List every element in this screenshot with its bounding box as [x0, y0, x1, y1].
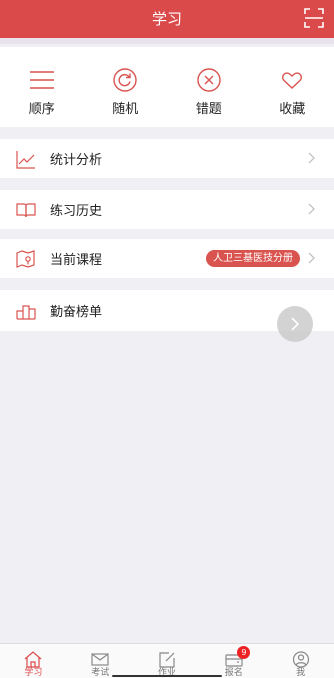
quick-action-label: 错题 [195, 102, 222, 117]
menu-item-label: 当前课程 [50, 253, 103, 268]
wrong-questions-button[interactable]: 错题 [167, 47, 251, 127]
menu-item-label: 勤奋榜单 [50, 305, 103, 320]
quick-action-label: 随机 [112, 102, 139, 117]
menu-item-history[interactable]: 练习历史 [0, 190, 334, 229]
sequential-practice-button[interactable]: 顺序 [0, 47, 84, 127]
chevron-right-icon [291, 317, 299, 331]
quick-action-label: 收藏 [279, 102, 306, 117]
heart-icon [282, 72, 303, 89]
quick-action-label: 顺序 [28, 102, 55, 117]
mail-icon [91, 653, 109, 666]
chevron-right-icon [308, 152, 315, 164]
chevron-right-icon [308, 252, 315, 264]
map-pin-icon [16, 250, 35, 268]
tab-study[interactable]: 学习 [0, 644, 67, 678]
menu-item-label: 练习历史 [50, 204, 103, 219]
tab-exam[interactable]: 考试 [67, 644, 134, 678]
tab-label: 考试 [91, 668, 110, 678]
app-header: 学习 [0, 0, 334, 38]
home-indicator [112, 675, 222, 677]
bottom-tab-bar: 学习 考试 作业 9 报名 我 [0, 643, 334, 678]
tab-signup[interactable]: 9 报名 [200, 644, 267, 678]
menu-item-current-course[interactable]: 当前课程 人卫三基医技分册 [0, 239, 334, 278]
floating-next-button[interactable] [277, 306, 313, 342]
course-badge[interactable]: 人卫三基医技分册 [206, 250, 300, 267]
notification-count-badge: 9 [237, 646, 251, 659]
tab-me[interactable]: 我 [267, 644, 334, 678]
menu-item-statistics[interactable]: 统计分析 [0, 139, 334, 178]
book-icon [16, 203, 36, 218]
tab-label: 报名 [224, 668, 243, 678]
refresh-icon [113, 68, 137, 92]
list-icon [29, 71, 54, 89]
tab-homework[interactable]: 作业 [134, 644, 201, 678]
favorites-button[interactable]: 收藏 [251, 47, 334, 127]
quick-actions: 顺序 随机 错题 收藏 [0, 47, 334, 127]
tab-label: 我 [296, 668, 306, 678]
edit-icon [159, 652, 175, 668]
header-divider [0, 38, 334, 44]
tab-label: 学习 [24, 668, 43, 678]
user-icon [292, 651, 309, 668]
scan-icon[interactable] [304, 8, 324, 28]
menu-item-label: 统计分析 [50, 153, 103, 168]
random-practice-button[interactable]: 随机 [84, 47, 168, 127]
chevron-right-icon [308, 203, 315, 215]
page-title: 学习 [151, 10, 182, 28]
close-circle-icon [197, 68, 221, 92]
podium-icon [16, 305, 36, 320]
home-icon [24, 651, 42, 668]
chart-icon [16, 151, 35, 169]
